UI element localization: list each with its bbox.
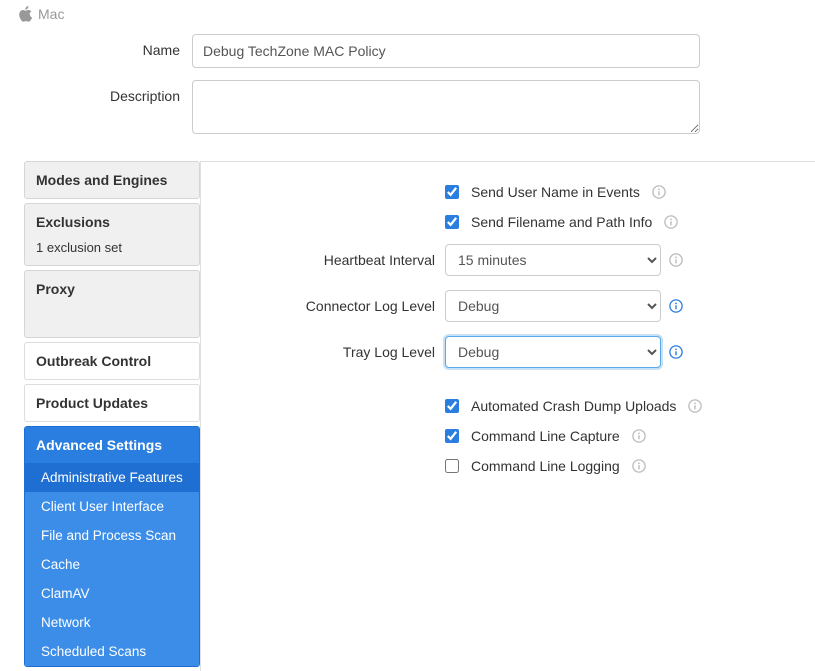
- sidebar-item-cache[interactable]: Cache: [25, 550, 199, 579]
- cmd-logging-checkbox[interactable]: [445, 459, 459, 473]
- description-input[interactable]: [192, 80, 700, 134]
- cmd-capture-label: Command Line Capture: [471, 428, 620, 444]
- info-icon[interactable]: [664, 215, 678, 229]
- sidebar-item-modes-engines[interactable]: Modes and Engines: [24, 161, 200, 199]
- sidebar-item-scheduled-scans[interactable]: Scheduled Scans: [25, 637, 199, 666]
- info-icon[interactable]: [632, 429, 646, 443]
- cmd-logging-label: Command Line Logging: [471, 458, 620, 474]
- exclusions-count: 1 exclusion set: [25, 240, 199, 265]
- send-filename-checkbox[interactable]: [445, 215, 459, 229]
- info-icon[interactable]: [669, 253, 683, 267]
- sidebar-item-network[interactable]: Network: [25, 608, 199, 637]
- name-label: Name: [0, 34, 192, 58]
- sidebar-item-clamav[interactable]: ClamAV: [25, 579, 199, 608]
- send-filename-label: Send Filename and Path Info: [471, 214, 652, 230]
- connector-log-label: Connector Log Level: [201, 298, 445, 314]
- cmd-capture-checkbox[interactable]: [445, 429, 459, 443]
- info-icon[interactable]: [652, 185, 666, 199]
- sidebar-item-proxy[interactable]: Proxy: [24, 270, 200, 338]
- sidebar-item-product-updates[interactable]: Product Updates: [24, 384, 200, 422]
- info-icon[interactable]: [669, 299, 683, 313]
- tray-log-label: Tray Log Level: [201, 344, 445, 360]
- crash-dump-checkbox[interactable]: [445, 399, 459, 413]
- sidebar-item-exclusions[interactable]: Exclusions 1 exclusion set: [24, 203, 200, 266]
- info-icon[interactable]: [632, 459, 646, 473]
- sidebar-item-admin-features[interactable]: Administrative Features: [25, 463, 199, 492]
- sidebar-item-client-ui[interactable]: Client User Interface: [25, 492, 199, 521]
- sidebar-item-outbreak[interactable]: Outbreak Control: [24, 342, 200, 380]
- heartbeat-label: Heartbeat Interval: [201, 252, 445, 268]
- sidebar-item-advanced[interactable]: Advanced Settings: [25, 427, 199, 463]
- connector-log-select[interactable]: Debug: [445, 290, 661, 322]
- description-label: Description: [0, 80, 192, 104]
- send-username-label: Send User Name in Events: [471, 184, 640, 200]
- send-username-checkbox[interactable]: [445, 185, 459, 199]
- sidebar-item-file-process-scan[interactable]: File and Process Scan: [25, 521, 199, 550]
- heartbeat-select[interactable]: 15 minutes: [445, 244, 661, 276]
- crash-dump-label: Automated Crash Dump Uploads: [471, 398, 676, 414]
- tray-log-select[interactable]: Debug: [445, 336, 661, 368]
- info-icon[interactable]: [688, 399, 702, 413]
- info-icon[interactable]: [669, 345, 683, 359]
- name-input[interactable]: [192, 34, 700, 68]
- apple-icon: [18, 6, 32, 22]
- platform-label: Mac: [38, 6, 64, 22]
